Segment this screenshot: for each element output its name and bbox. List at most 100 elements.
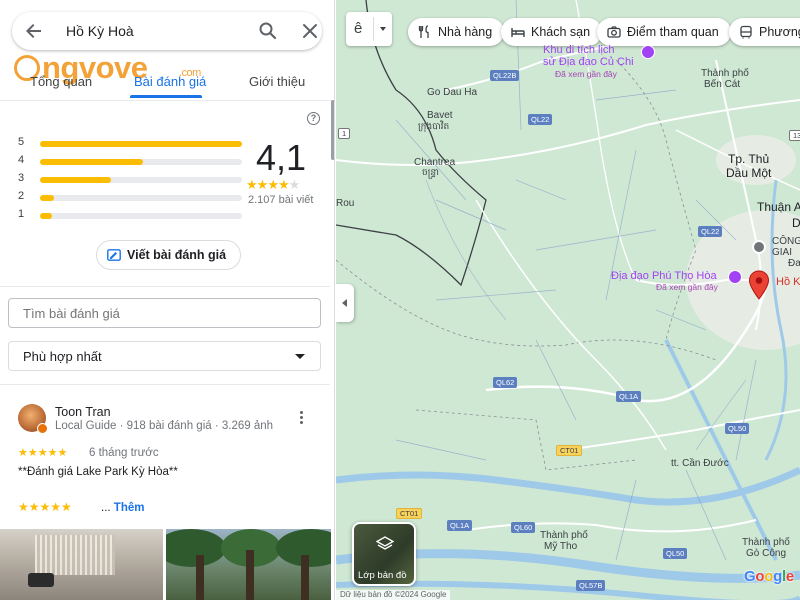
map-label-town: Go Dau Ha [427, 87, 478, 98]
map-label-district: Đa [788, 258, 800, 269]
filter-chip-transit[interactable]: Phương ti [729, 18, 800, 46]
map-label-city: Tp. Thủ [728, 152, 770, 166]
tree-trunk [301, 555, 309, 600]
dropdown-caret-icon [295, 354, 305, 359]
road-shield: QL1A [447, 520, 473, 531]
tab-about[interactable]: Giới thiệu [249, 74, 305, 89]
rating-row-2[interactable]: 2 [18, 190, 242, 203]
map-canvas[interactable]: ê Nhà hàng Khách sạn Điểm tham quan Phươ… [336, 0, 800, 600]
rating-row-label: 4 [18, 154, 25, 166]
road-shield: QL57B [576, 580, 606, 591]
road-shield: 13 [789, 130, 800, 141]
write-review-button[interactable]: Viết bài đánh giá [96, 240, 242, 270]
rating-row-1[interactable]: 1 [18, 208, 242, 221]
road-shield: QL22 [528, 114, 553, 125]
star-icon: ★ [277, 177, 290, 192]
review-photo[interactable] [0, 529, 163, 600]
google-logo-letter: o [764, 568, 774, 585]
fork-knife-icon [418, 25, 429, 38]
google-logo-letter: G [744, 568, 756, 585]
review-star-rating: ★★★★★ [18, 447, 68, 459]
map-label-cuchi[interactable]: Khu di tích lịch [543, 44, 615, 56]
rating-row-5[interactable]: 5 [18, 136, 242, 149]
review-star-emoji-row: ★★★★★ [18, 500, 72, 514]
selected-place-pin-icon[interactable] [748, 270, 770, 300]
tab-reviews[interactable]: Bài đánh giá [134, 74, 206, 89]
help-icon[interactable]: ? [307, 112, 320, 125]
search-box[interactable]: Hồ Kỳ Hoà [12, 12, 322, 50]
star-icon: ★ [256, 177, 269, 192]
road-shield: CT01 [396, 508, 423, 519]
road-shield: CT01 [556, 445, 583, 456]
review-more-link[interactable]: ... Thêm [101, 502, 144, 514]
input-tools-glyph: ê [354, 20, 363, 37]
map-attribution[interactable]: Dữ liệu bản đồ ©2024 Google [336, 590, 451, 600]
attraction-pin-icon[interactable] [728, 270, 742, 284]
divider [0, 286, 330, 287]
review-photo[interactable] [166, 529, 331, 600]
chevron-down-icon [380, 27, 386, 31]
search-query[interactable]: Hồ Kỳ Hoà [66, 23, 134, 39]
map-label-city: Bến Cát [704, 79, 741, 90]
chip-label: Phương ti [759, 25, 800, 39]
close-icon[interactable] [301, 22, 319, 40]
review-count[interactable]: 2.107 bài viết [248, 194, 313, 206]
star-icon: ★ [267, 177, 279, 192]
map-label-city: Gò Công [746, 548, 787, 559]
road [475, 199, 667, 451]
divider [373, 17, 374, 41]
rating-row-3[interactable]: 3 [18, 172, 242, 185]
chip-label: Điểm tham quan [627, 25, 719, 39]
place-panel: Hồ Kỳ Hoà ngvove .com Tổng quan Bài đánh … [0, 0, 335, 600]
map-label-district: CÔNG [772, 236, 800, 247]
map-label-phutho[interactable]: Địa đạo Phú Thọ Hòa [611, 270, 717, 282]
reviewer-name[interactable]: Toon Tran [55, 405, 111, 419]
map-label-cuchi[interactable]: sử Địa đạo Củ Chi [543, 56, 634, 68]
rating-bar-track [40, 159, 242, 165]
map-label-city: D [792, 216, 800, 230]
road-shield: QL62 [493, 377, 518, 388]
rating-bar-track [40, 177, 242, 183]
reviewer-avatar[interactable] [18, 404, 48, 434]
rating-bar-track [40, 213, 242, 219]
divider [0, 384, 330, 385]
rating-bar-fill [40, 141, 242, 147]
map-label-city: Thành phố [701, 68, 749, 79]
rating-bar-fill [40, 195, 55, 201]
place-pin-icon[interactable] [752, 240, 766, 254]
bus-icon [740, 25, 752, 39]
attraction-pin-icon[interactable] [641, 45, 655, 59]
rating-bar-track [40, 195, 242, 201]
collapse-panel-button[interactable] [336, 284, 354, 322]
panel-scrollbar[interactable] [331, 100, 334, 160]
local-guide-badge-icon [37, 423, 48, 434]
rating-row-4[interactable]: 4 [18, 154, 242, 167]
sort-dropdown[interactable]: Phù hợp nhất [8, 341, 321, 371]
map-label-town: Rou [336, 198, 355, 209]
tab-overview[interactable]: Tổng quan [30, 74, 92, 89]
review-search-input[interactable] [8, 298, 321, 328]
rating-row-label: 2 [18, 190, 25, 202]
map-layers-button[interactable]: Lớp bản đồ [352, 522, 416, 586]
map-label-city: Thành phố [742, 537, 790, 548]
divider [0, 100, 334, 101]
river [336, 466, 800, 506]
map-label-selected-place[interactable]: Hồ K [776, 276, 800, 288]
map-label-recently-viewed: Đã xem gần đây [555, 69, 617, 79]
map-layers-label: Lớp bản đồ [358, 570, 407, 581]
search-icon[interactable] [258, 21, 278, 41]
rating-row-label: 1 [18, 208, 25, 220]
filter-chip-restaurants[interactable]: Nhà hàng [408, 18, 505, 46]
sort-selected-value: Phù hợp nhất [23, 348, 102, 364]
more-options-icon[interactable] [300, 411, 304, 425]
filter-chip-hotels[interactable]: Khách sạn [501, 18, 603, 46]
filter-chip-attractions[interactable]: Điểm tham quan [597, 18, 731, 46]
back-arrow-icon[interactable] [24, 21, 44, 41]
google-logo-letter: o [755, 568, 765, 585]
map-label-town: Bavet [427, 110, 453, 121]
google-logo: Google [744, 568, 794, 585]
province-border [615, 59, 697, 341]
input-language-button[interactable]: ê [346, 12, 392, 46]
chip-label: Khách sạn [531, 25, 591, 39]
camera-icon [607, 26, 621, 38]
